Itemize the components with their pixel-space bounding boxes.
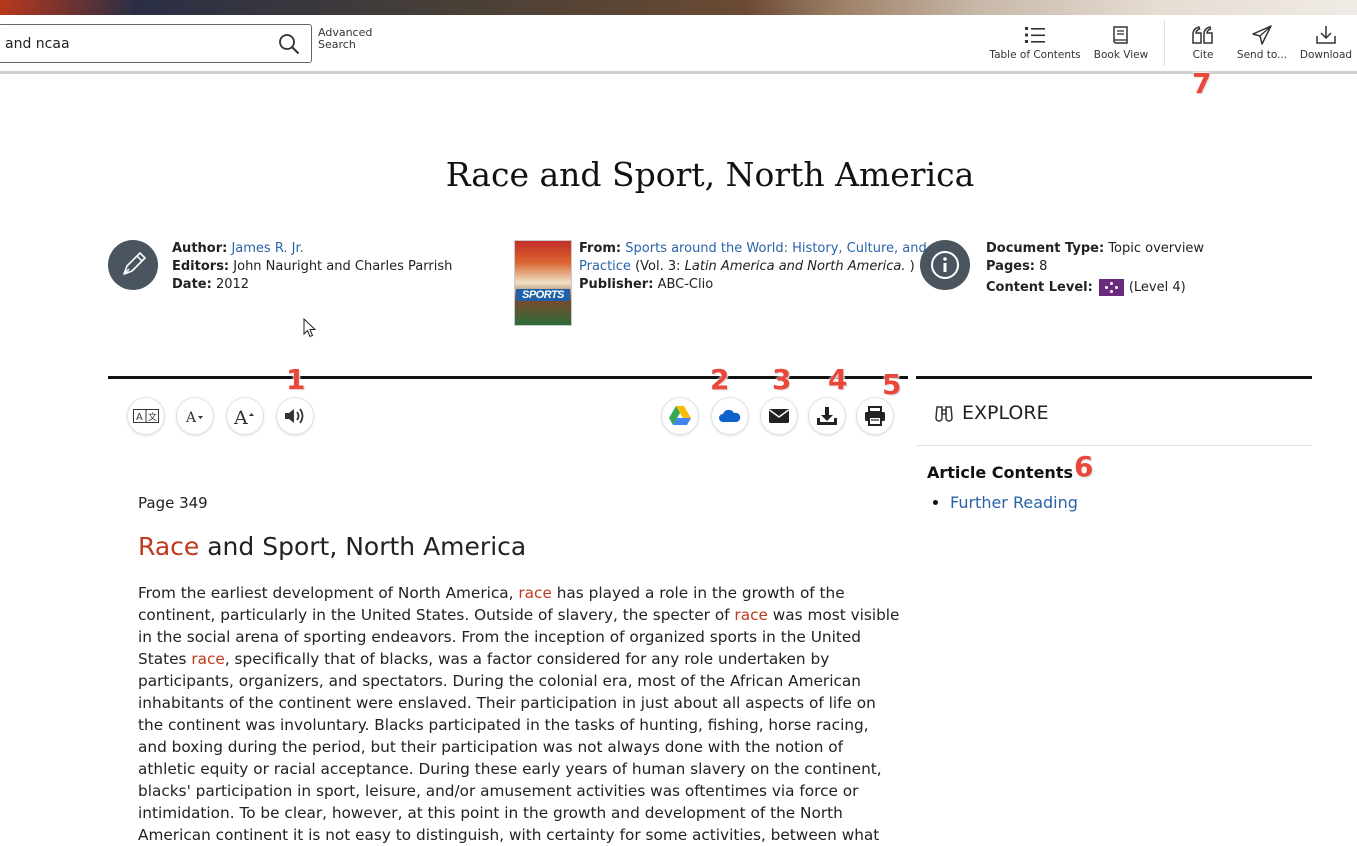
download-button[interactable]: Download (1298, 25, 1354, 61)
document-info-badge (920, 240, 970, 290)
envelope-icon (769, 409, 789, 423)
author-badge (108, 240, 158, 290)
paper-plane-icon (1252, 25, 1272, 45)
toolbar-divider (1164, 20, 1165, 66)
header-banner-image (0, 0, 1357, 15)
source-title-link[interactable]: Sports around the World: History, Cultur… (625, 241, 926, 256)
list-item: Further Reading (950, 493, 1078, 512)
font-increase-icon: A (233, 407, 254, 426)
send-to-button[interactable]: Send to... (1234, 25, 1290, 61)
quote-icon (1192, 26, 1213, 44)
article-line: athletic equity or racial acceptance. Du… (138, 760, 882, 778)
translate-button[interactable]: A 文 (127, 397, 165, 435)
article-line: and boxing during the period, but their … (138, 738, 844, 756)
callout-1: 1 (286, 363, 306, 396)
document-type-meta: Document Type: Topic overview Pages: 8 C… (986, 241, 1205, 296)
article-line: participants, organizers, and spectators… (138, 672, 861, 690)
callout-7: 7 (1192, 67, 1212, 100)
printer-icon (865, 406, 885, 426)
svg-text:A: A (136, 412, 143, 423)
author-link[interactable]: James R. Jr. (231, 241, 303, 256)
pen-icon (123, 252, 146, 275)
content-level-icon (1098, 279, 1124, 296)
google-drive-button[interactable] (661, 397, 699, 435)
onedrive-button[interactable] (711, 397, 749, 435)
article-contents-heading: Article Contents (927, 463, 1073, 482)
callout-3: 3 (772, 363, 792, 396)
article-title: Race and Sport, North America (138, 532, 527, 561)
binoculars-icon (935, 406, 953, 422)
explore-header[interactable]: EXPLORE (934, 402, 1049, 424)
article-line: States race, specifically that of blacks… (138, 650, 830, 668)
mouse-cursor-icon (303, 318, 317, 338)
listen-button[interactable] (276, 397, 314, 435)
download-article-button[interactable] (808, 397, 846, 435)
article-line: blacks' participation in sport, leisure,… (138, 782, 859, 800)
search-term-highlight: race (518, 584, 552, 602)
svg-text:A: A (233, 407, 248, 426)
article-line: in the social arena of sporting endeavor… (138, 628, 861, 646)
callout-6: 6 (1074, 450, 1094, 483)
advanced-search-link[interactable]: Advanced Search (318, 27, 378, 51)
article-body: From the earliest development of North A… (138, 582, 900, 846)
article-line: inhabitants of the continent were enslav… (138, 694, 876, 712)
search-term-highlight: race (191, 650, 225, 668)
search-term-highlight: race (734, 606, 768, 624)
explore-divider (916, 445, 1312, 446)
list-icon (1025, 27, 1045, 43)
print-button[interactable] (856, 397, 894, 435)
download-tray-icon (817, 407, 837, 425)
book-view-button[interactable]: Book View (1092, 25, 1150, 61)
source-meta: From: Sports around the World: History, … (579, 241, 927, 292)
search-box (0, 24, 312, 63)
article-line: intimidation. To be clear, however, at t… (138, 804, 843, 822)
font-decrease-icon: A (185, 410, 203, 424)
top-toolbar: Advanced Search Table of Contents Book V… (0, 15, 1357, 74)
article-line: From the earliest development of North A… (138, 584, 845, 602)
translate-icon: A 文 (133, 409, 159, 423)
article-line: continent, particularly in the United St… (138, 606, 900, 624)
email-button[interactable] (760, 397, 798, 435)
source-title-link-cont[interactable]: Practice (579, 259, 631, 274)
cite-button[interactable]: Cite (1180, 25, 1226, 61)
svg-text:A: A (185, 410, 197, 424)
further-reading-link[interactable]: Further Reading (950, 493, 1078, 512)
search-icon[interactable] (278, 33, 300, 55)
sidebar-divider (916, 376, 1312, 379)
increase-font-button[interactable]: A (226, 397, 264, 435)
book-cover-image[interactable]: SPORTS (514, 240, 572, 326)
info-icon (931, 251, 959, 279)
author-meta: Author: James R. Jr. Editors: John Nauri… (172, 241, 453, 292)
article-line: the continent was involuntary. Blacks pa… (138, 716, 869, 734)
search-input[interactable] (5, 33, 265, 55)
decrease-font-button[interactable]: A (176, 397, 214, 435)
page-number: Page 349 (138, 494, 208, 512)
article-line: American continent it is not easy to dis… (138, 826, 880, 844)
callout-4: 4 (828, 363, 848, 396)
svg-text:文: 文 (148, 411, 157, 423)
book-icon (1113, 26, 1128, 44)
onedrive-cloud-icon (719, 409, 741, 422)
table-of-contents-button[interactable]: Table of Contents (988, 25, 1082, 61)
download-icon (1316, 26, 1336, 44)
google-drive-icon (669, 406, 691, 425)
callout-2: 2 (710, 363, 730, 396)
callout-5: 5 (882, 368, 902, 401)
document-title: Race and Sport, North America (445, 155, 975, 194)
article-contents-list: Further Reading (927, 493, 1078, 512)
speaker-icon (285, 408, 304, 424)
